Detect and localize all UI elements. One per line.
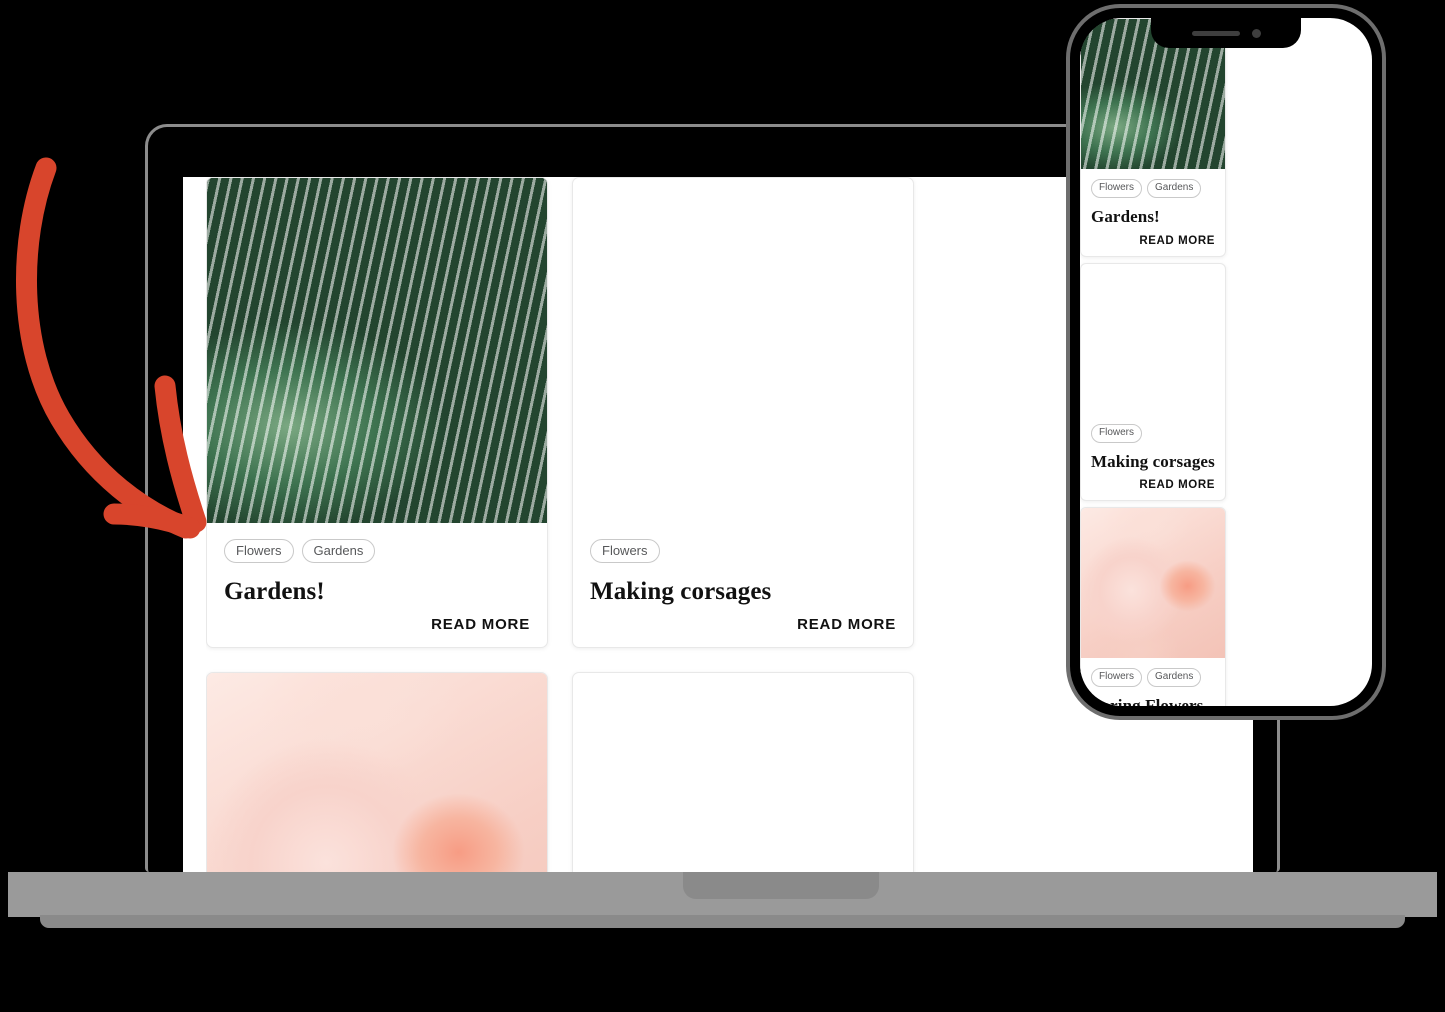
- read-more-link[interactable]: READ MORE: [590, 616, 896, 633]
- speaker-icon: [1191, 30, 1240, 36]
- laptop-base-notch: [683, 872, 879, 899]
- read-more-link[interactable]: READ MORE: [1091, 235, 1215, 247]
- article-card[interactable]: FlowersGardensSpring FlowersREAD MORE: [1080, 507, 1226, 706]
- tag-pill[interactable]: Flowers: [1091, 668, 1143, 688]
- article-card[interactable]: Flowers Making corsages READ MORE: [572, 177, 914, 648]
- article-card[interactable]: FlowersGardensSpring FlowersREAD MORE: [206, 672, 548, 872]
- card-title: Making corsages: [1091, 451, 1215, 471]
- phone-notch: [1151, 18, 1301, 48]
- card-image-peony: [207, 673, 547, 872]
- article-card[interactable]: [572, 672, 914, 872]
- card-image-daisies: [573, 673, 913, 872]
- card-tag-list: Flowers: [1091, 423, 1215, 443]
- card-body: Flowers Gardens Gardens! READ MORE: [1081, 169, 1225, 256]
- card-image-leaves: [207, 178, 547, 523]
- card-body: Flowers Making corsages READ MORE: [1081, 414, 1225, 501]
- card-title: Gardens!: [224, 578, 325, 605]
- scene-root: Flowers Gardens Gardens! READ MORE Flowers Ma…: [0, 0, 1445, 1012]
- article-card[interactable]: Flowers Gardens Gardens! READ MORE: [206, 177, 548, 648]
- tag-pill[interactable]: Flowers: [590, 539, 660, 563]
- card-tag-list: Flowers Gardens: [224, 539, 530, 563]
- front-camera-icon: [1251, 28, 1261, 38]
- card-tag-list: Flowers: [590, 539, 896, 563]
- tag-pill[interactable]: Gardens: [1147, 668, 1202, 688]
- card-image-corsage: [573, 178, 913, 523]
- read-more-link[interactable]: READ MORE: [1091, 479, 1215, 491]
- card-title: Gardens!: [1091, 207, 1160, 226]
- read-more-link[interactable]: READ MORE: [224, 616, 530, 633]
- card-body: Flowers Making corsages READ MORE: [573, 523, 913, 647]
- card-image-corsage: [1081, 264, 1225, 414]
- phone-viewport[interactable]: Flowers Gardens Gardens! READ MORE Flowers Ma…: [1080, 18, 1372, 706]
- tag-pill[interactable]: Gardens: [1147, 179, 1202, 198]
- phone-card-grid: Flowers Gardens Gardens! READ MORE Flowers Ma…: [1080, 18, 1372, 706]
- tag-pill[interactable]: Flowers: [224, 539, 294, 563]
- card-tag-list: Flowers Gardens: [1091, 668, 1215, 688]
- phone-screen: Flowers Gardens Gardens! READ MORE Flowers Ma…: [1080, 18, 1372, 706]
- card-image-peony: [1081, 508, 1225, 659]
- card-tag-list: Flowers Gardens: [1091, 179, 1215, 198]
- tag-pill[interactable]: Gardens: [301, 539, 376, 563]
- tag-pill[interactable]: Flowers: [1091, 179, 1143, 198]
- card-title: Spring Flowers: [1091, 696, 1204, 706]
- laptop-base-foot: [40, 915, 1405, 928]
- phone-device: Flowers Gardens Gardens! READ MORE Flowers Ma…: [1066, 4, 1386, 720]
- card-body: Flowers Gardens Gardens! READ MORE: [207, 523, 547, 647]
- article-card[interactable]: Flowers Making corsages READ MORE: [1080, 262, 1226, 502]
- tag-pill[interactable]: Flowers: [1091, 423, 1143, 443]
- card-title: Making corsages: [590, 578, 772, 605]
- article-card[interactable]: Flowers Gardens Gardens! READ MORE: [1080, 18, 1226, 257]
- card-body: FlowersGardensSpring FlowersREAD MORE: [1081, 658, 1225, 706]
